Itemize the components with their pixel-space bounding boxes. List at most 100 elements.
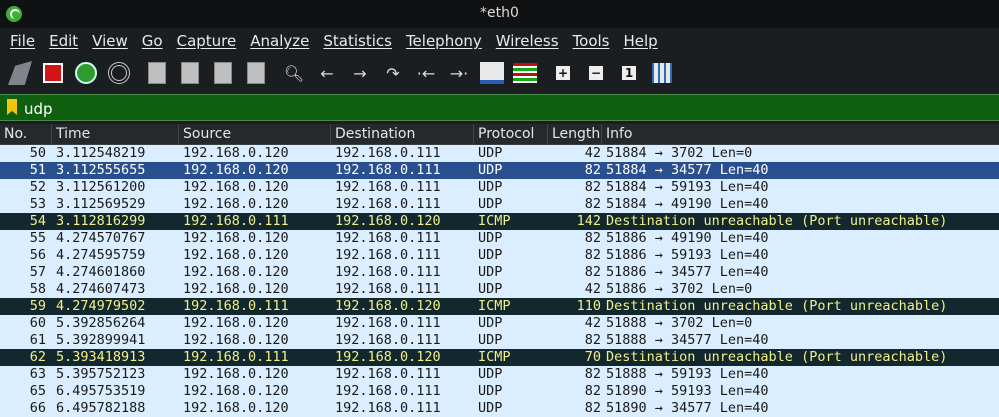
find-icon[interactable]: 🔍︎ bbox=[281, 60, 307, 86]
column-time[interactable]: Time bbox=[52, 124, 179, 144]
packet-source: 192.168.0.111 bbox=[183, 213, 289, 229]
stop-icon[interactable] bbox=[40, 60, 66, 86]
back-icon[interactable]: ← bbox=[314, 60, 340, 86]
menu-go[interactable]: Go bbox=[132, 32, 163, 50]
packet-list-header: No. Time Source Destination Protocol Len… bbox=[0, 124, 999, 145]
packet-protocol: UDP bbox=[478, 315, 503, 331]
menu-help[interactable]: Help bbox=[613, 32, 657, 50]
first-packet-icon[interactable]: ·← bbox=[413, 60, 439, 86]
resize-columns-icon[interactable] bbox=[649, 60, 675, 86]
main-toolbar: 🔍︎ ← → ↷ ·← →· + − 1 bbox=[0, 56, 999, 90]
packet-source: 192.168.0.120 bbox=[183, 162, 289, 178]
packet-destination: 192.168.0.111 bbox=[335, 366, 441, 382]
menu-telephony[interactable]: Telephony bbox=[396, 32, 482, 50]
packet-protocol: UDP bbox=[478, 179, 503, 195]
packet-info: 51890 → 59193 Len=40 bbox=[606, 383, 769, 399]
packet-source: 192.168.0.120 bbox=[183, 281, 289, 297]
packet-row[interactable]: 61 5.392899941 192.168.0.120 192.168.0.111 U… bbox=[0, 332, 999, 349]
column-destination[interactable]: Destination bbox=[331, 124, 474, 144]
packet-protocol: ICMP bbox=[478, 213, 511, 229]
menu-analyze[interactable]: Analyze bbox=[240, 32, 309, 50]
packet-destination: 192.168.0.111 bbox=[335, 179, 441, 195]
packet-number: 63 bbox=[29, 366, 46, 382]
packet-row[interactable]: 66 6.495782188 192.168.0.120 192.168.0.111 U… bbox=[0, 400, 999, 417]
menu-edit[interactable]: Edit bbox=[39, 32, 78, 50]
packet-length: 42 bbox=[584, 145, 601, 161]
menu-file[interactable]: File bbox=[0, 32, 35, 50]
menu-wireless[interactable]: Wireless bbox=[486, 32, 559, 50]
display-filter-bar bbox=[0, 94, 999, 121]
packet-time: 5.393418913 bbox=[56, 349, 146, 365]
packet-length: 82 bbox=[584, 230, 601, 246]
column-source[interactable]: Source bbox=[179, 124, 331, 144]
packet-length: 82 bbox=[584, 366, 601, 382]
close-file-icon[interactable] bbox=[210, 60, 236, 86]
save-file-icon[interactable] bbox=[177, 60, 203, 86]
title-bar: *eth0 bbox=[0, 0, 999, 28]
zoom-out-icon[interactable]: − bbox=[583, 60, 609, 86]
open-file-icon[interactable] bbox=[144, 60, 170, 86]
packet-destination: 192.168.0.111 bbox=[335, 264, 441, 280]
packet-row[interactable]: 55 4.274570767 192.168.0.120 192.168.0.111 U… bbox=[0, 230, 999, 247]
packet-list: 50 3.112548219 192.168.0.120 192.168.0.111 U… bbox=[0, 145, 999, 417]
zoom-in-icon[interactable]: + bbox=[550, 60, 576, 86]
reload-icon[interactable] bbox=[243, 60, 269, 86]
packet-length: 42 bbox=[584, 315, 601, 331]
column-info[interactable]: Info bbox=[602, 124, 999, 144]
packet-destination: 192.168.0.120 bbox=[335, 349, 441, 365]
packet-row[interactable]: 54 3.112816299 192.168.0.111 192.168.0.120 I… bbox=[0, 213, 999, 230]
packet-destination: 192.168.0.120 bbox=[335, 213, 441, 229]
packet-destination: 192.168.0.111 bbox=[335, 315, 441, 331]
column-length[interactable]: Length bbox=[548, 124, 602, 144]
packet-protocol: UDP bbox=[478, 400, 503, 416]
display-filter-input[interactable] bbox=[22, 96, 996, 121]
packet-number: 66 bbox=[29, 400, 46, 416]
packet-protocol: UDP bbox=[478, 332, 503, 348]
restart-icon[interactable] bbox=[73, 60, 99, 86]
menu-capture[interactable]: Capture bbox=[167, 32, 237, 50]
menu-tools[interactable]: Tools bbox=[563, 32, 610, 50]
packet-protocol: UDP bbox=[478, 383, 503, 399]
normal-size-icon[interactable]: 1 bbox=[616, 60, 642, 86]
packet-row[interactable]: 59 4.274979502 192.168.0.111 192.168.0.120 I… bbox=[0, 298, 999, 315]
capture-options-icon[interactable] bbox=[106, 60, 132, 86]
menu-view[interactable]: View bbox=[82, 32, 128, 50]
packet-number: 62 bbox=[29, 349, 46, 365]
packet-row[interactable]: 58 4.274607473 192.168.0.120 192.168.0.111 U… bbox=[0, 281, 999, 298]
packet-source: 192.168.0.120 bbox=[183, 400, 289, 416]
packet-info: 51890 → 34577 Len=40 bbox=[606, 400, 769, 416]
packet-time: 3.112561200 bbox=[56, 179, 146, 195]
packet-row[interactable]: 63 5.395752123 192.168.0.120 192.168.0.111 U… bbox=[0, 366, 999, 383]
packet-row[interactable]: 65 6.495753519 192.168.0.120 192.168.0.111 U… bbox=[0, 383, 999, 400]
packet-length: 110 bbox=[576, 298, 601, 314]
packet-row[interactable]: 51 3.112555655 192.168.0.120 192.168.0.111 U… bbox=[0, 162, 999, 179]
autoscroll-icon[interactable] bbox=[479, 60, 505, 86]
packet-source: 192.168.0.111 bbox=[183, 349, 289, 365]
packet-row[interactable]: 60 5.392856264 192.168.0.120 192.168.0.111 U… bbox=[0, 315, 999, 332]
packet-protocol: UDP bbox=[478, 162, 503, 178]
column-protocol[interactable]: Protocol bbox=[474, 124, 548, 144]
packet-number: 56 bbox=[29, 247, 46, 263]
packet-length: 82 bbox=[584, 383, 601, 399]
packet-row[interactable]: 56 4.274595759 192.168.0.120 192.168.0.111 U… bbox=[0, 247, 999, 264]
packet-info: 51886 → 3702 Len=0 bbox=[606, 281, 753, 297]
forward-icon[interactable]: → bbox=[347, 60, 373, 86]
go-to-packet-icon[interactable]: ↷ bbox=[380, 60, 406, 86]
shark-start-icon[interactable] bbox=[7, 60, 33, 86]
menu-statistics[interactable]: Statistics bbox=[313, 32, 392, 50]
column-no[interactable]: No. bbox=[0, 124, 52, 144]
packet-time: 3.112816299 bbox=[56, 213, 146, 229]
packet-row[interactable]: 57 4.274601860 192.168.0.120 192.168.0.111 U… bbox=[0, 264, 999, 281]
packet-time: 6.495753519 bbox=[56, 383, 146, 399]
packet-row[interactable]: 50 3.112548219 192.168.0.120 192.168.0.111 U… bbox=[0, 145, 999, 162]
last-packet-icon[interactable]: →· bbox=[446, 60, 472, 86]
packet-length: 82 bbox=[584, 264, 601, 280]
colorize-icon[interactable] bbox=[512, 60, 538, 86]
packet-row[interactable]: 53 3.112569529 192.168.0.120 192.168.0.111 U… bbox=[0, 196, 999, 213]
packet-row[interactable]: 62 5.393418913 192.168.0.111 192.168.0.120 I… bbox=[0, 349, 999, 366]
packet-info: 51888 → 3702 Len=0 bbox=[606, 315, 753, 331]
packet-number: 50 bbox=[29, 145, 46, 161]
bookmark-icon[interactable] bbox=[7, 99, 17, 115]
packet-protocol: UDP bbox=[478, 366, 503, 382]
packet-row[interactable]: 52 3.112561200 192.168.0.120 192.168.0.111 U… bbox=[0, 179, 999, 196]
